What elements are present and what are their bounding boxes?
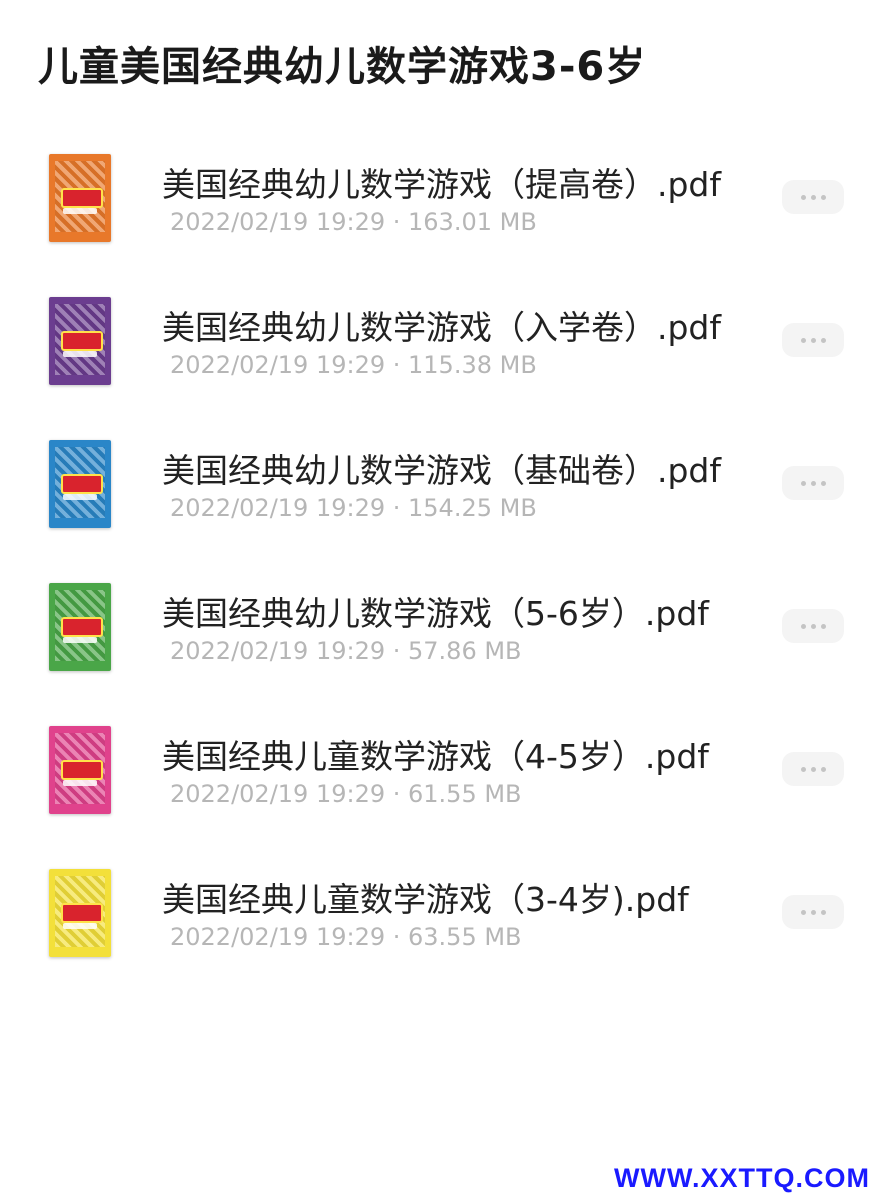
cover-subtitle-bar (63, 637, 97, 643)
cover-title-badge (61, 617, 103, 637)
more-horizontal-icon (800, 909, 806, 915)
file-row[interactable]: 美国经典幼儿数学游戏（提高卷）.pdf 2022/02/19 19:29 · 1… (0, 140, 876, 283)
more-horizontal-icon (800, 337, 806, 343)
more-options-button[interactable] (782, 752, 844, 786)
more-horizontal-icon (820, 909, 826, 915)
more-horizontal-icon (800, 766, 806, 772)
file-meta: 2022/02/19 19:29 · 163.01 MB (170, 208, 537, 236)
file-meta: 2022/02/19 19:29 · 57.86 MB (170, 637, 522, 665)
more-options-button[interactable] (782, 323, 844, 357)
file-meta: 2022/02/19 19:29 · 61.55 MB (170, 780, 522, 808)
pdf-cover-thumbnail (49, 440, 111, 528)
cover-title-badge (61, 188, 103, 208)
pdf-cover-thumbnail (49, 869, 111, 957)
more-horizontal-icon (820, 766, 826, 772)
pdf-cover-thumbnail (49, 297, 111, 385)
more-options-button[interactable] (782, 180, 844, 214)
more-horizontal-icon (810, 623, 816, 629)
file-name[interactable]: 美国经典儿童数学游戏（4-5岁）.pdf (162, 730, 709, 778)
more-horizontal-icon (800, 623, 806, 629)
file-row[interactable]: 美国经典幼儿数学游戏（入学卷）.pdf 2022/02/19 19:29 · 1… (0, 283, 876, 426)
file-meta: 2022/02/19 19:29 · 115.38 MB (170, 351, 537, 379)
more-options-button[interactable] (782, 609, 844, 643)
more-options-button[interactable] (782, 466, 844, 500)
file-row[interactable]: 美国经典儿童数学游戏（3-4岁).pdf 2022/02/19 19:29 · … (0, 855, 876, 998)
file-name[interactable]: 美国经典幼儿数学游戏（入学卷）.pdf (162, 301, 721, 349)
more-horizontal-icon (820, 480, 826, 486)
pdf-cover-thumbnail (49, 583, 111, 671)
file-list: 美国经典幼儿数学游戏（提高卷）.pdf 2022/02/19 19:29 · 1… (0, 140, 876, 998)
more-horizontal-icon (800, 194, 806, 200)
cover-subtitle-bar (63, 494, 97, 500)
cover-title-badge (61, 331, 103, 351)
watermark-text: WWW.XXTTQ.COM (614, 1163, 870, 1193)
cover-subtitle-bar (63, 351, 97, 357)
file-name[interactable]: 美国经典幼儿数学游戏（提高卷）.pdf (162, 158, 721, 206)
pdf-cover-thumbnail (49, 726, 111, 814)
more-horizontal-icon (810, 909, 816, 915)
cover-subtitle-bar (63, 923, 97, 929)
more-horizontal-icon (820, 194, 826, 200)
file-name[interactable]: 美国经典幼儿数学游戏（基础卷）.pdf (162, 444, 721, 492)
cover-title-badge (61, 903, 103, 923)
more-horizontal-icon (810, 194, 816, 200)
more-horizontal-icon (810, 480, 816, 486)
cover-title-badge (61, 760, 103, 780)
cover-subtitle-bar (63, 780, 97, 786)
cover-subtitle-bar (63, 208, 97, 214)
file-name[interactable]: 美国经典儿童数学游戏（3-4岁).pdf (162, 873, 689, 921)
file-name[interactable]: 美国经典幼儿数学游戏（5-6岁）.pdf (162, 587, 709, 635)
file-row[interactable]: 美国经典幼儿数学游戏（基础卷）.pdf 2022/02/19 19:29 · 1… (0, 426, 876, 569)
file-meta: 2022/02/19 19:29 · 154.25 MB (170, 494, 537, 522)
more-horizontal-icon (810, 766, 816, 772)
more-horizontal-icon (820, 623, 826, 629)
file-row[interactable]: 美国经典儿童数学游戏（4-5岁）.pdf 2022/02/19 19:29 · … (0, 712, 876, 855)
more-horizontal-icon (810, 337, 816, 343)
file-row[interactable]: 美国经典幼儿数学游戏（5-6岁）.pdf 2022/02/19 19:29 · … (0, 569, 876, 712)
pdf-cover-thumbnail (49, 154, 111, 242)
cover-title-badge (61, 474, 103, 494)
folder-title: 儿童美国经典幼儿数学游戏3-6岁 (38, 44, 647, 90)
more-horizontal-icon (820, 337, 826, 343)
file-meta: 2022/02/19 19:29 · 63.55 MB (170, 923, 522, 951)
more-options-button[interactable] (782, 895, 844, 929)
more-horizontal-icon (800, 480, 806, 486)
